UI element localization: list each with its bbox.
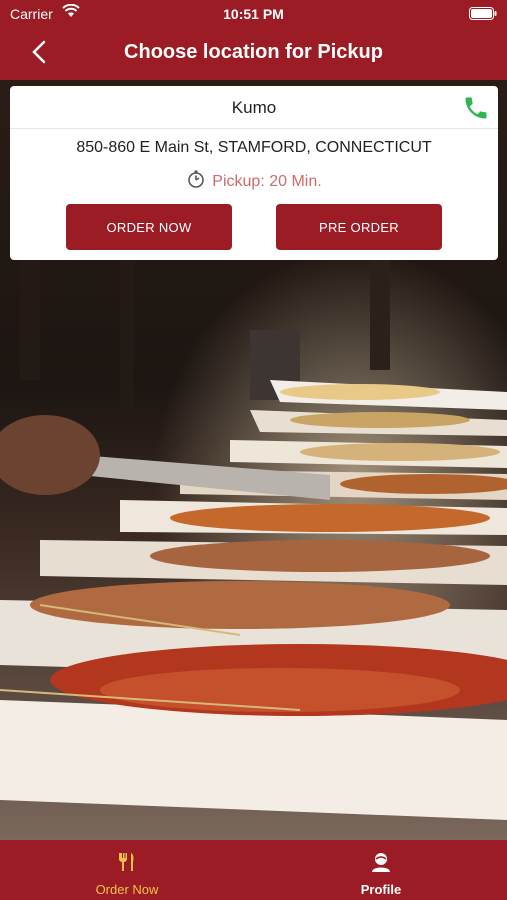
- battery-icon: [469, 7, 497, 23]
- stopwatch-icon: [186, 169, 206, 194]
- pickup-time: Pickup: 20 Min.: [10, 169, 498, 194]
- restaurant-name: Kumo: [231, 98, 277, 117]
- page-title: Choose location for Pickup: [124, 41, 383, 63]
- top-bar: Carrier 10:51 PM Choose location for Pic…: [0, 0, 507, 80]
- status-bar: Carrier 10:51 PM: [0, 0, 507, 28]
- card-header: Kumo: [10, 86, 498, 129]
- tab-order-now-label: Order Now: [95, 882, 159, 897]
- tab-bar: Order Now Profile: [0, 840, 507, 900]
- pickup-text: Pickup: 20 Min.: [212, 172, 322, 190]
- tab-profile-label: Profile: [360, 882, 402, 897]
- clock: 10:51 PM: [223, 6, 284, 22]
- order-now-button[interactable]: ORDER NOW: [66, 204, 232, 250]
- restaurant-address: 850-860 E Main St, STAMFORD, CONNECTICUT: [76, 139, 432, 156]
- profile-icon: [369, 850, 393, 874]
- tab-order-now[interactable]: Order Now: [0, 840, 254, 900]
- navigation-bar: Choose location for Pickup: [0, 28, 507, 80]
- tab-profile[interactable]: Profile: [254, 840, 507, 900]
- location-card: Kumo 850-860 E Main St, STAMFORD, CONNEC…: [10, 86, 498, 260]
- utensils-icon: [115, 850, 139, 874]
- action-buttons: ORDER NOW PRE ORDER: [66, 204, 444, 250]
- pre-order-button[interactable]: PRE ORDER: [276, 204, 442, 250]
- phone-icon[interactable]: [462, 94, 490, 122]
